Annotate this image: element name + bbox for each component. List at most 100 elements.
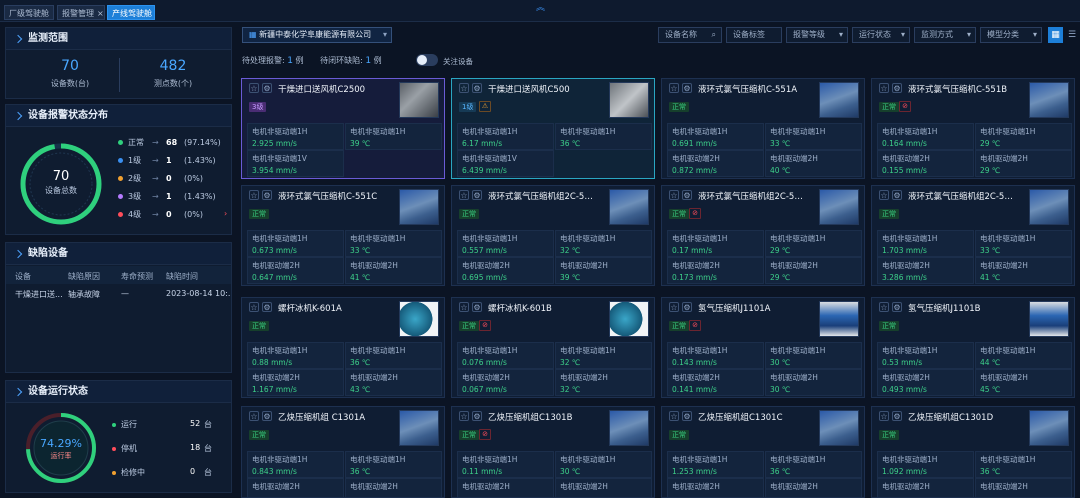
arrow-icon: → bbox=[152, 192, 159, 201]
table-row[interactable]: 干燥进口送... 轴承故障 — 2023-08-14 10:... bbox=[6, 284, 231, 302]
pending-defect-value[interactable]: 1 bbox=[365, 56, 371, 66]
status-dot bbox=[118, 140, 123, 145]
metric-label: 电机非驱动端1H bbox=[350, 127, 406, 136]
device-card[interactable]: ☆ ⚙ 乙炔压缩机组C1301D 正常 电机非驱动端1H 1.092 mm/s 电机非驱动端… bbox=[871, 406, 1075, 498]
metric-label: 电机驱动端2H bbox=[980, 261, 1028, 270]
unit: 例 bbox=[295, 56, 304, 65]
settings-icon[interactable]: ⚙ bbox=[262, 302, 272, 312]
settings-icon[interactable]: ⚙ bbox=[472, 83, 482, 93]
star-icon[interactable]: ☆ bbox=[459, 83, 469, 93]
metric-label: 电机非驱动端1H bbox=[770, 455, 826, 464]
device-card[interactable]: ☆ ⚙ 液环式氯气压缩机C-551B 正常 ⊘ 电机非驱动端1H 0.164 mm/s 电机非… bbox=[871, 78, 1075, 179]
metric-label: 电机驱动端2H bbox=[770, 261, 818, 270]
settings-icon[interactable]: ⚙ bbox=[262, 190, 272, 200]
list-view-icon[interactable]: ☰ bbox=[1066, 27, 1078, 43]
settings-icon[interactable]: ⚙ bbox=[682, 302, 692, 312]
metric-value: 29 ℃ bbox=[980, 166, 1001, 175]
tab-alarm-management[interactable]: 报警管理 × bbox=[57, 5, 105, 20]
star-icon[interactable]: ☆ bbox=[459, 190, 469, 200]
star-icon[interactable]: ☆ bbox=[879, 190, 889, 200]
legend-item[interactable]: 2级 → 0 (0%) bbox=[118, 173, 203, 185]
company-select[interactable]: ▦ 新疆中泰化学阜康能源有限公司 ▾ bbox=[242, 27, 392, 43]
monitor-mode-select[interactable]: 监测方式 ▾ bbox=[914, 27, 976, 43]
pending-alarm-value[interactable]: 1 bbox=[287, 56, 293, 66]
metric-cell: 电机驱动端2H 45 ℃ bbox=[975, 369, 1072, 396]
legend-item[interactable]: 1级 → 1 (1.43%) bbox=[118, 155, 216, 167]
star-icon[interactable]: ☆ bbox=[669, 83, 679, 93]
star-icon[interactable]: ☆ bbox=[879, 411, 889, 421]
legend-label: 2级 bbox=[128, 174, 142, 183]
device-card[interactable]: ☆ ⚙ 螺杆冰机K-601A 正常 电机非驱动端1H 0.88 mm/s 电机非驱动端1H 3… bbox=[241, 297, 445, 398]
legend-item[interactable]: 3级 → 1 (1.43%) bbox=[118, 191, 216, 203]
run-status-item[interactable]: 运行 52 台 bbox=[112, 419, 222, 431]
settings-icon[interactable]: ⚙ bbox=[472, 190, 482, 200]
star-icon[interactable]: ☆ bbox=[249, 302, 259, 312]
run-status-item[interactable]: 停机 18 台 bbox=[112, 443, 222, 455]
device-card[interactable]: ☆ ⚙ 干燥进口送风机C500 1级 ⚠ 电机非驱动端1H 6.17 mm/s 电机非驱动端1… bbox=[451, 78, 655, 179]
settings-icon[interactable]: ⚙ bbox=[682, 190, 692, 200]
close-icon[interactable]: × bbox=[97, 9, 104, 18]
star-icon[interactable]: ☆ bbox=[879, 83, 889, 93]
metric-cell: 电机非驱动端1H 36 ℃ bbox=[975, 451, 1072, 478]
tab-factory-cockpit[interactable]: 厂级驾驶舱× bbox=[4, 5, 54, 20]
settings-icon[interactable]: ⚙ bbox=[892, 302, 902, 312]
legend-item[interactable]: 正常 → 68 (97.14%) bbox=[118, 137, 221, 149]
model-class-select[interactable]: 模型分类 ▾ bbox=[980, 27, 1042, 43]
device-card[interactable]: ☆ ⚙ 乙炔压缩机组 C1301A 正常 电机非驱动端1H 0.843 mm/s 电机非驱动… bbox=[241, 406, 445, 498]
alarm-level-select[interactable]: 报警等级 ▾ bbox=[786, 27, 848, 43]
star-icon[interactable]: ☆ bbox=[249, 190, 259, 200]
collapse-chevron-icon[interactable]: ︽ bbox=[536, 0, 545, 13]
star-icon[interactable]: ☆ bbox=[249, 83, 259, 93]
run-status-item[interactable]: 检修中 0 台 bbox=[112, 467, 222, 479]
grid-view-icon[interactable]: ▦ bbox=[1048, 27, 1063, 43]
device-card[interactable]: ☆ ⚙ 乙炔压缩机组C1301B 正常 ⊘ 电机非驱动端1H 0.11 mm/s 电机非驱动端… bbox=[451, 406, 655, 498]
device-card[interactable]: ☆ ⚙ 螺杆冰机K-601B 正常 ⊘ 电机非驱动端1H 0.076 mm/s 电机非驱动端1… bbox=[451, 297, 655, 398]
chevron-right-icon[interactable]: › bbox=[224, 209, 227, 218]
device-card[interactable]: ☆ ⚙ 液环式氯气压缩机组2C-55... 正常 电机非驱动端1H 1.703 mm/s 电… bbox=[871, 185, 1075, 286]
settings-icon[interactable]: ⚙ bbox=[472, 411, 482, 421]
star-icon[interactable]: ☆ bbox=[669, 190, 679, 200]
star-icon[interactable]: ☆ bbox=[459, 411, 469, 421]
device-name-search[interactable]: 设备名称 ⌕ bbox=[658, 27, 722, 43]
settings-icon[interactable]: ⚙ bbox=[682, 83, 692, 93]
device-card[interactable]: ☆ ⚙ 氢气压缩机J1101A 正常 ⊘ 电机非驱动端1H 0.143 mm/s 电机非驱动端… bbox=[661, 297, 865, 398]
star-icon[interactable]: ☆ bbox=[459, 302, 469, 312]
star-icon[interactable]: ☆ bbox=[879, 302, 889, 312]
metric-value: 0.155 mm/s bbox=[882, 166, 927, 175]
star-icon[interactable]: ☆ bbox=[249, 411, 259, 421]
star-icon[interactable]: ☆ bbox=[669, 302, 679, 312]
device-card[interactable]: ☆ ⚙ 液环式氯气压缩机C-551A 正常 电机非驱动端1H 0.691 mm/s 电机非驱… bbox=[661, 78, 865, 179]
device-card[interactable]: ☆ ⚙ 干燥进口送风机C2500 3级 电机非驱动端1H 2.925 mm/s 电机非驱动端… bbox=[241, 78, 445, 179]
settings-icon[interactable]: ⚙ bbox=[262, 411, 272, 421]
device-photo bbox=[609, 189, 649, 225]
metric-value: 45 ℃ bbox=[980, 385, 1001, 394]
metric-cell: 电机非驱动端1H 0.11 mm/s bbox=[457, 451, 554, 478]
metric-cell: 电机驱动端2H 32 ℃ bbox=[555, 369, 652, 396]
metric-value: 39 ℃ bbox=[350, 139, 371, 148]
metric-label: 电机非驱动端1H bbox=[980, 234, 1036, 243]
settings-icon[interactable]: ⚙ bbox=[682, 411, 692, 421]
settings-icon[interactable]: ⚙ bbox=[892, 190, 902, 200]
close-icon[interactable]: × bbox=[52, 9, 53, 18]
metric-value: 0.53 mm/s bbox=[882, 358, 923, 367]
star-icon[interactable]: ☆ bbox=[669, 411, 679, 421]
follow-toggle[interactable] bbox=[416, 54, 438, 66]
run-status-select[interactable]: 运行状态 ▾ bbox=[852, 27, 910, 43]
device-card[interactable]: ☆ ⚙ 液环式氯气压缩机组2C-55... 正常 电机非驱动端1H 0.557 mm/s 电… bbox=[451, 185, 655, 286]
device-card[interactable]: ☆ ⚙ 乙炔压缩机组C1301C 正常 电机非驱动端1H 1.253 mm/s 电机非驱动端… bbox=[661, 406, 865, 498]
device-card[interactable]: ☆ ⚙ 液环式氯气压缩机组2C-55... 正常 ⊘ 电机非驱动端1H 0.17 mm/s 电… bbox=[661, 185, 865, 286]
device-card[interactable]: ☆ ⚙ 氢气压缩机J1101B 正常 电机非驱动端1H 0.53 mm/s 电机非驱动端1H… bbox=[871, 297, 1075, 398]
settings-icon[interactable]: ⚙ bbox=[262, 83, 272, 93]
device-tag-input[interactable]: 设备标签 bbox=[726, 27, 782, 43]
metric-label: 电机驱动端2H bbox=[882, 482, 930, 491]
settings-icon[interactable]: ⚙ bbox=[892, 411, 902, 421]
device-card[interactable]: ☆ ⚙ 液环式氯气压缩机C-551C 正常 电机非驱动端1H 0.673 mm/s 电机非驱… bbox=[241, 185, 445, 286]
settings-icon[interactable]: ⚙ bbox=[892, 83, 902, 93]
legend-item[interactable]: 4级 → 0 (0%) bbox=[118, 209, 203, 221]
defect-table-header: 设备 缺陷原因 寿命预测 缺陷时间 bbox=[6, 266, 231, 284]
metric-label: 电机非驱动端1H bbox=[770, 234, 826, 243]
tab-label: 报警管理 bbox=[62, 9, 94, 18]
tab-line-cockpit[interactable]: 产线驾驶舱× bbox=[107, 5, 155, 20]
arrow-icon: → bbox=[152, 138, 159, 147]
settings-icon[interactable]: ⚙ bbox=[472, 302, 482, 312]
